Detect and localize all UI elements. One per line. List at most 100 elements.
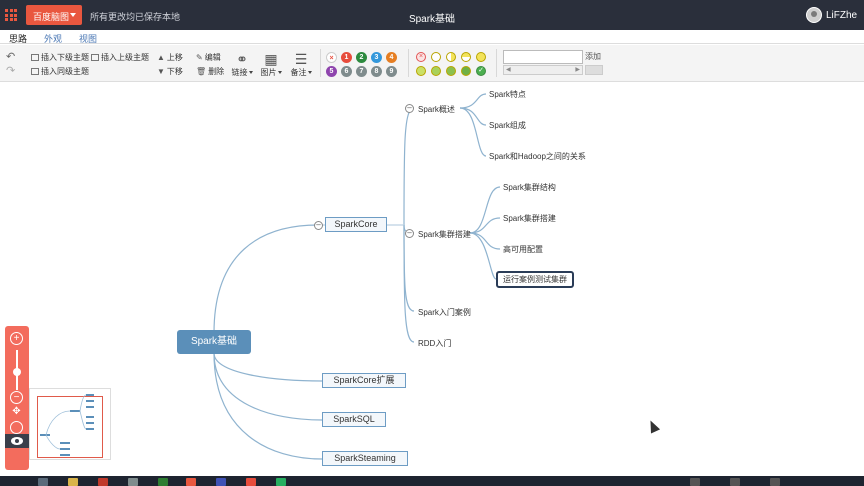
connector-cluster-4 bbox=[469, 232, 497, 280]
collapse-toggle-icon[interactable]: – bbox=[405, 229, 414, 238]
priority-6-button[interactable]: 6 bbox=[341, 66, 352, 77]
connector-cluster-3 bbox=[469, 232, 501, 250]
minimap-toggle[interactable] bbox=[5, 434, 29, 448]
priority-3-button[interactable]: 3 bbox=[371, 52, 382, 63]
delete-button[interactable]: 🗑 删除 bbox=[196, 66, 224, 77]
tray-icon[interactable] bbox=[730, 478, 740, 486]
move-up-label: 上移 bbox=[166, 53, 183, 62]
divider bbox=[320, 49, 321, 77]
node-sparkstreaming[interactable]: SparkSteaming bbox=[322, 451, 408, 466]
minimap[interactable] bbox=[29, 388, 111, 460]
progress-6-icon[interactable] bbox=[446, 66, 456, 76]
zoom-slider-handle[interactable] bbox=[13, 368, 21, 376]
taskbar-app-icon[interactable] bbox=[38, 478, 48, 486]
node-run-test-cluster[interactable]: 运行案例测试集群 bbox=[496, 271, 574, 288]
node-sparkcore[interactable]: SparkCore bbox=[325, 217, 387, 232]
move-hand-icon[interactable]: ✥ bbox=[10, 406, 23, 419]
apps-grid-icon[interactable] bbox=[5, 9, 17, 21]
node-spark-intro-case[interactable]: Spark入门案例 bbox=[418, 307, 471, 318]
node-cluster-structure[interactable]: Spark集群结构 bbox=[503, 182, 556, 193]
tray-icon[interactable] bbox=[770, 478, 780, 486]
node-spark-cluster[interactable]: Spark集群搭建 bbox=[418, 229, 471, 240]
chevron-left-icon: ◀ bbox=[506, 67, 511, 73]
node-spark-overview[interactable]: Spark概述 bbox=[418, 104, 455, 115]
progress-3-icon[interactable] bbox=[476, 52, 486, 62]
collapse-toggle-icon[interactable]: – bbox=[405, 104, 414, 113]
locate-root-icon[interactable] bbox=[10, 421, 23, 434]
brand-menu-button[interactable]: 百度脑图 bbox=[26, 5, 82, 25]
progress-4-icon[interactable] bbox=[416, 66, 426, 76]
priority-8-button[interactable]: 8 bbox=[371, 66, 382, 77]
progress-2-icon[interactable] bbox=[461, 52, 471, 62]
title-bar: 百度脑图 所有更改均已保存本地 Spark基础 LiFZhe bbox=[0, 0, 864, 30]
remove-priority-icon[interactable]: × bbox=[326, 52, 337, 63]
collapse-toggle-icon[interactable]: – bbox=[314, 221, 323, 230]
priority-9-button[interactable]: 9 bbox=[386, 66, 397, 77]
taskbar-app-icon[interactable] bbox=[216, 478, 226, 486]
move-up-button[interactable]: ▲ 上移 bbox=[157, 52, 183, 63]
node-ha-config[interactable]: 高可用配置 bbox=[503, 244, 543, 255]
tray-icon[interactable] bbox=[690, 478, 700, 486]
progress-7-icon[interactable] bbox=[461, 66, 471, 76]
note-button[interactable]: ☰ 备注 bbox=[289, 51, 313, 78]
node-spark-features[interactable]: Spark特点 bbox=[489, 89, 526, 100]
insert-parent-label: 插入上级主题 bbox=[101, 53, 149, 62]
progress-0-icon[interactable] bbox=[431, 52, 441, 62]
node-spark-hadoop-relation[interactable]: Spark和Hadoop之间的关系 bbox=[489, 151, 586, 162]
link-button[interactable]: ⚭ 链接 bbox=[230, 51, 254, 78]
user-name[interactable]: LiFZhe bbox=[826, 10, 857, 21]
avatar[interactable] bbox=[806, 7, 822, 23]
priority-7-button[interactable]: 7 bbox=[356, 66, 367, 77]
add-tag-button[interactable]: 添加 bbox=[585, 51, 601, 62]
divider bbox=[496, 49, 497, 77]
undo-icon[interactable]: ↶ bbox=[6, 50, 15, 63]
priority-5-button[interactable]: 5 bbox=[326, 66, 337, 77]
remove-progress-icon[interactable]: × bbox=[416, 52, 426, 62]
browser-icon[interactable] bbox=[186, 478, 196, 486]
zoom-in-icon[interactable]: + bbox=[10, 332, 23, 345]
insert-sibling-button[interactable]: 插入同级主题 bbox=[31, 66, 89, 77]
chevron-down-icon bbox=[70, 13, 76, 17]
chevron-right-icon: ▶ bbox=[575, 67, 580, 73]
priority-1-button[interactable]: 1 bbox=[341, 52, 352, 63]
node-sparksql[interactable]: SparkSQL bbox=[322, 412, 386, 427]
node-cluster-setup[interactable]: Spark集群搭建 bbox=[503, 213, 556, 224]
redo-icon[interactable]: ↷ bbox=[6, 64, 15, 77]
folder-icon[interactable] bbox=[68, 478, 78, 486]
edit-label: 编辑 bbox=[204, 53, 221, 62]
tag-dropdown[interactable] bbox=[585, 65, 603, 75]
zoom-out-icon[interactable]: − bbox=[10, 391, 23, 404]
tab-thinking[interactable]: 思路 bbox=[4, 32, 32, 48]
insert-sibling-icon bbox=[31, 68, 39, 75]
image-label: 图片 bbox=[260, 68, 277, 77]
node-rdd-intro[interactable]: RDD入门 bbox=[418, 338, 451, 349]
mindmap-canvas[interactable]: Spark基础 – SparkCore SparkCore扩展 SparkSQL… bbox=[0, 83, 864, 476]
node-spark-components[interactable]: Spark组成 bbox=[489, 120, 526, 131]
root-node[interactable]: Spark基础 bbox=[177, 330, 251, 354]
move-down-button[interactable]: ▼ 下移 bbox=[157, 66, 183, 77]
arrow-down-icon: ▼ bbox=[157, 67, 165, 76]
priority-2-button[interactable]: 2 bbox=[356, 52, 367, 63]
tag-scrollbar[interactable]: ◀ ▶ bbox=[503, 65, 583, 75]
insert-child-button[interactable]: 插入下级主题 bbox=[31, 52, 89, 63]
progress-1-icon[interactable] bbox=[446, 52, 456, 62]
priority-4-button[interactable]: 4 bbox=[386, 52, 397, 63]
tag-input[interactable] bbox=[503, 50, 583, 64]
taskbar-app-icon[interactable] bbox=[98, 478, 108, 486]
os-taskbar bbox=[0, 476, 864, 486]
edit-button[interactable]: ✎ 编辑 bbox=[196, 52, 221, 63]
taskbar-app-icon[interactable] bbox=[276, 478, 286, 486]
image-button[interactable]: ▦ 图片 bbox=[259, 51, 283, 78]
taskbar-app-icon[interactable] bbox=[158, 478, 168, 486]
node-sparkcore-ext[interactable]: SparkCore扩展 bbox=[322, 373, 406, 388]
connector-sql bbox=[213, 352, 323, 421]
taskbar-app-icon[interactable] bbox=[246, 478, 256, 486]
progress-5-icon[interactable] bbox=[431, 66, 441, 76]
tab-view[interactable]: 视图 bbox=[79, 32, 97, 45]
taskbar-app-icon[interactable] bbox=[128, 478, 138, 486]
divider bbox=[408, 49, 409, 77]
trash-icon: 🗑 bbox=[196, 67, 207, 76]
insert-parent-button[interactable]: 插入上级主题 bbox=[91, 52, 149, 63]
tab-appearance[interactable]: 外观 bbox=[44, 32, 62, 45]
progress-done-icon[interactable]: ✓ bbox=[476, 66, 486, 76]
